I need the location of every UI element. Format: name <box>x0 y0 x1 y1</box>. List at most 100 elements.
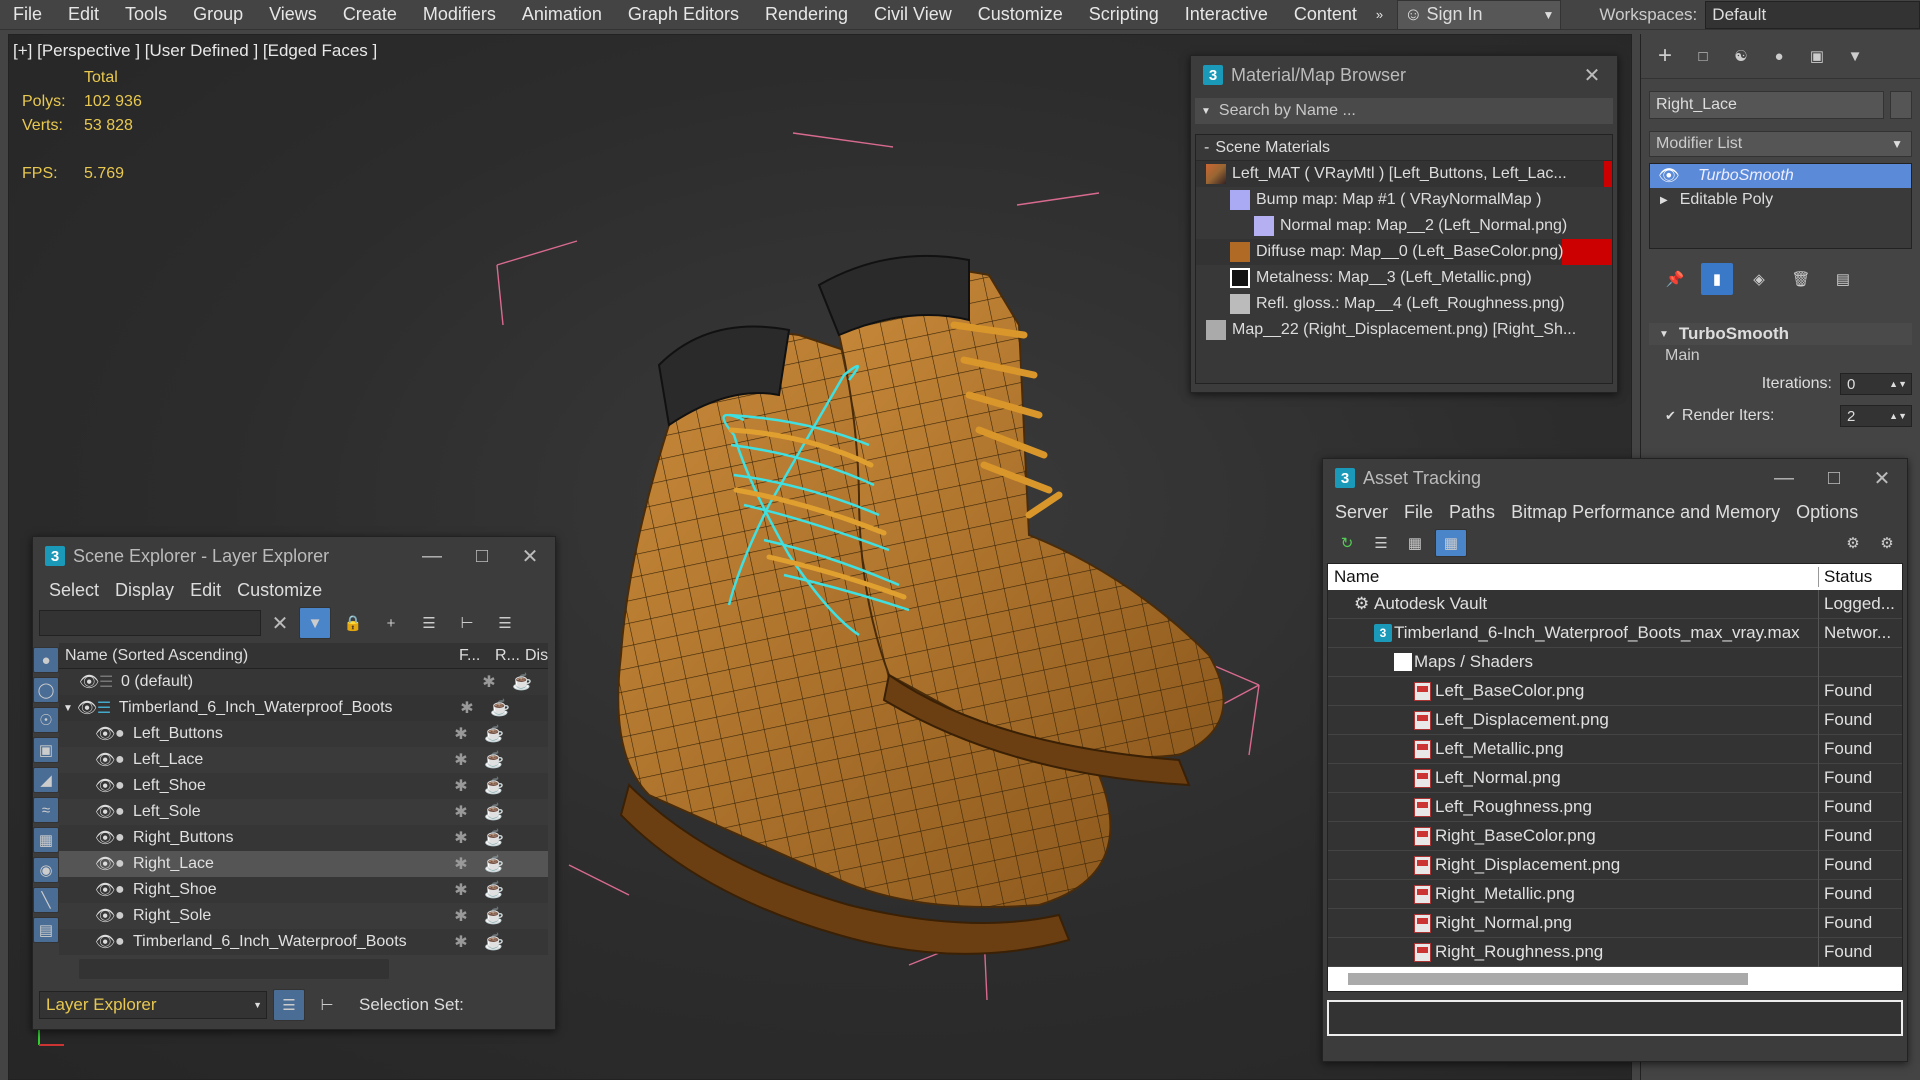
material-browser-titlebar[interactable]: 3 Material/Map Browser ✕ <box>1191 56 1617 94</box>
asset-row[interactable]: 3 Timberland_6-Inch_Waterproof_Boots_max_… <box>1328 618 1902 648</box>
render-teapot-icon[interactable]: ☕ <box>479 906 509 926</box>
render-dot-icon[interactable]: ● <box>115 933 133 951</box>
display-xrefs-icon[interactable]: ◉ <box>33 857 59 883</box>
menu-file[interactable]: File <box>0 4 55 25</box>
display-cameras-icon[interactable]: ▣ <box>33 737 59 763</box>
layer-row[interactable]: 👁 ● Left_Lace ✱ ☕ <box>59 747 549 773</box>
menu-interactive[interactable]: Interactive <box>1172 4 1281 25</box>
material-search-bar[interactable]: ▼ Search by Name ... <box>1195 98 1613 124</box>
display-bones-icon[interactable]: ╲ <box>33 887 59 913</box>
minimize-icon[interactable]: — <box>1761 459 1807 497</box>
render-dot-icon[interactable]: ● <box>115 725 133 743</box>
menu-overflow-icon[interactable]: » <box>1370 7 1389 22</box>
menu-file[interactable]: File <box>1396 502 1441 523</box>
modifier-list-dropdown[interactable]: Modifier List ▼ <box>1649 131 1912 157</box>
menu-civil-view[interactable]: Civil View <box>861 4 965 25</box>
refresh-icon[interactable]: ↻ <box>1333 529 1361 557</box>
render-dot-icon[interactable]: ● <box>115 855 133 873</box>
render-dot-icon[interactable]: ● <box>115 829 133 847</box>
make-unique-icon[interactable]: ◈ <box>1743 263 1775 295</box>
maximize-icon[interactable]: □ <box>459 537 505 575</box>
menu-content[interactable]: Content <box>1281 4 1370 25</box>
render-dot-icon[interactable]: ● <box>115 803 133 821</box>
visibility-eye-icon[interactable]: 👁 <box>79 672 99 692</box>
workspace-select[interactable]: Default <box>1705 0 1920 29</box>
material-search-input[interactable]: Search by Name ... <box>1219 102 1356 120</box>
material-item[interactable]: Refl. gloss.: Map__4 (Left_Roughness.png… <box>1196 291 1612 317</box>
freeze-icon[interactable]: ✱ <box>443 724 479 744</box>
render-teapot-icon[interactable]: ☕ <box>479 750 509 770</box>
modifier-stack-item[interactable]: 👁 TurboSmooth <box>1650 164 1911 188</box>
asset-tracking-titlebar[interactable]: 3 Asset Tracking — □ ✕ <box>1323 459 1907 497</box>
scene-materials-header[interactable]: - Scene Materials <box>1196 135 1612 161</box>
vault-status-icon[interactable]: ⚙ <box>1839 529 1867 557</box>
material-item[interactable]: Map__22 (Right_Displacement.png) [Right_… <box>1196 317 1612 343</box>
visibility-eye-icon[interactable]: 👁 <box>95 724 115 744</box>
hierarchy-toggle-icon[interactable]: ⊢ <box>311 989 343 1021</box>
search-options-icon[interactable]: ▼ <box>1201 106 1211 117</box>
motion-tab-icon[interactable]: ● <box>1763 40 1795 72</box>
freeze-icon[interactable]: ✱ <box>443 880 479 900</box>
menu-tools[interactable]: Tools <box>112 4 180 25</box>
add-layer-icon[interactable]: + <box>375 607 407 639</box>
menu-paths[interactable]: Paths <box>1441 502 1503 523</box>
render-teapot-icon[interactable]: ☕ <box>479 828 509 848</box>
asset-row[interactable]: Right_BaseColor.png Found <box>1328 821 1902 851</box>
display-geometry-icon[interactable]: ● <box>33 647 59 673</box>
freeze-icon[interactable]: ✱ <box>449 698 485 718</box>
visibility-eye-icon[interactable]: 👁 <box>95 906 115 926</box>
display-helpers-icon[interactable]: ◢ <box>33 767 59 793</box>
menu-customize[interactable]: Customize <box>965 4 1076 25</box>
signin-dropdown[interactable]: ☺ Sign In ▼ <box>1397 0 1562 30</box>
column-freeze[interactable]: F... <box>459 647 495 665</box>
menu-modifiers[interactable]: Modifiers <box>410 4 509 25</box>
close-icon[interactable]: ✕ <box>507 537 553 575</box>
layer-row[interactable]: 👁 ● Left_Sole ✱ ☕ <box>59 799 549 825</box>
display-tab-icon[interactable]: ▣ <box>1801 40 1833 72</box>
menu-edit[interactable]: Edit <box>182 580 229 601</box>
menu-scripting[interactable]: Scripting <box>1076 4 1172 25</box>
layer-row[interactable]: 👁 ● Right_Lace ✱ ☕ <box>59 851 549 877</box>
visibility-eye-icon[interactable]: 👁 <box>95 802 115 822</box>
freeze-icon[interactable]: ✱ <box>443 802 479 822</box>
menu-group[interactable]: Group <box>180 4 256 25</box>
visibility-eye-icon[interactable]: 👁 <box>95 932 115 952</box>
lock-icon[interactable]: 🔒 <box>337 607 369 639</box>
render-dot-icon[interactable]: ● <box>115 751 133 769</box>
visibility-eye-icon[interactable]: 👁 <box>95 854 115 874</box>
menu-animation[interactable]: Animation <box>509 4 615 25</box>
menu-graph-editors[interactable]: Graph Editors <box>615 4 752 25</box>
menu-customize[interactable]: Customize <box>229 580 330 601</box>
render-teapot-icon[interactable]: ☕ <box>479 854 509 874</box>
menu-views[interactable]: Views <box>256 4 330 25</box>
layer-row[interactable]: 👁 ● Left_Buttons ✱ ☕ <box>59 721 549 747</box>
expand-arrow-icon[interactable]: ▶ <box>1660 195 1668 206</box>
asset-row[interactable]: Right_Normal.png Found <box>1328 908 1902 938</box>
iterations-spinner[interactable]: 0 ▲▼ <box>1840 373 1912 395</box>
freeze-icon[interactable]: ✱ <box>443 776 479 796</box>
asset-row[interactable]: Left_Normal.png Found <box>1328 763 1902 793</box>
asset-row[interactable]: Maps / Shaders <box>1328 647 1902 677</box>
freeze-icon[interactable]: ✱ <box>443 854 479 874</box>
layer-row[interactable]: 👁 ● Right_Buttons ✱ ☕ <box>59 825 549 851</box>
material-item[interactable]: Left_MAT ( VRayMtl ) [Left_Buttons, Left… <box>1196 161 1612 187</box>
layer-row[interactable]: 👁 ● Left_Shoe ✱ ☕ <box>59 773 549 799</box>
column-display[interactable]: Dis <box>525 647 548 665</box>
render-dot-icon[interactable]: ● <box>115 881 133 899</box>
render-teapot-icon[interactable]: ☕ <box>479 880 509 900</box>
filter-icon[interactable]: ▼ <box>299 607 331 639</box>
visibility-eye-icon[interactable]: 👁 <box>95 750 115 770</box>
layer-row[interactable]: 👁 ● Timberland_6_Inch_Waterproof_Boots ✱ ☕ <box>59 929 549 955</box>
maximize-icon[interactable]: □ <box>1811 459 1857 497</box>
layer-row[interactable]: 👁 ● Right_Shoe ✱ ☕ <box>59 877 549 903</box>
menu-options[interactable]: Options <box>1788 502 1866 523</box>
render-teapot-icon[interactable]: ☕ <box>479 724 509 744</box>
close-icon[interactable]: ✕ <box>1859 459 1905 497</box>
column-status[interactable]: Status <box>1819 567 1872 587</box>
display-spacewarps-icon[interactable]: ≈ <box>33 797 59 823</box>
horizontal-scrollbar[interactable] <box>79 959 389 979</box>
freeze-icon[interactable]: ✱ <box>443 828 479 848</box>
menu-bitmap-performance[interactable]: Bitmap Performance and Memory <box>1503 502 1788 523</box>
object-name-field[interactable]: Right_Lace <box>1649 91 1884 119</box>
explorer-type-dropdown[interactable]: Layer Explorer ▼ <box>39 991 267 1019</box>
